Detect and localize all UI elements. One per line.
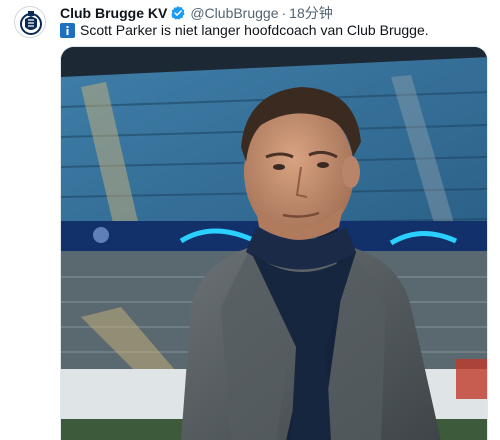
avatar[interactable] (14, 6, 46, 38)
verified-badge-icon (171, 6, 185, 20)
club-crest-icon (16, 8, 45, 37)
tweet-header: Club Brugge KV @ClubBrugge · 18分钟 (60, 4, 333, 22)
timestamp[interactable]: 18分钟 (289, 3, 333, 23)
tweet-photo[interactable] (60, 46, 488, 440)
handle[interactable]: @ClubBrugge (190, 5, 278, 21)
tweet-text: Scott Parker is niet langer hoofdcoach v… (60, 21, 429, 39)
info-icon (60, 22, 75, 38)
display-name[interactable]: Club Brugge KV (60, 5, 167, 21)
tweet-body: Scott Parker is niet langer hoofdcoach v… (80, 22, 429, 38)
photo-illustration (61, 47, 487, 440)
separator-dot: · (281, 5, 287, 21)
